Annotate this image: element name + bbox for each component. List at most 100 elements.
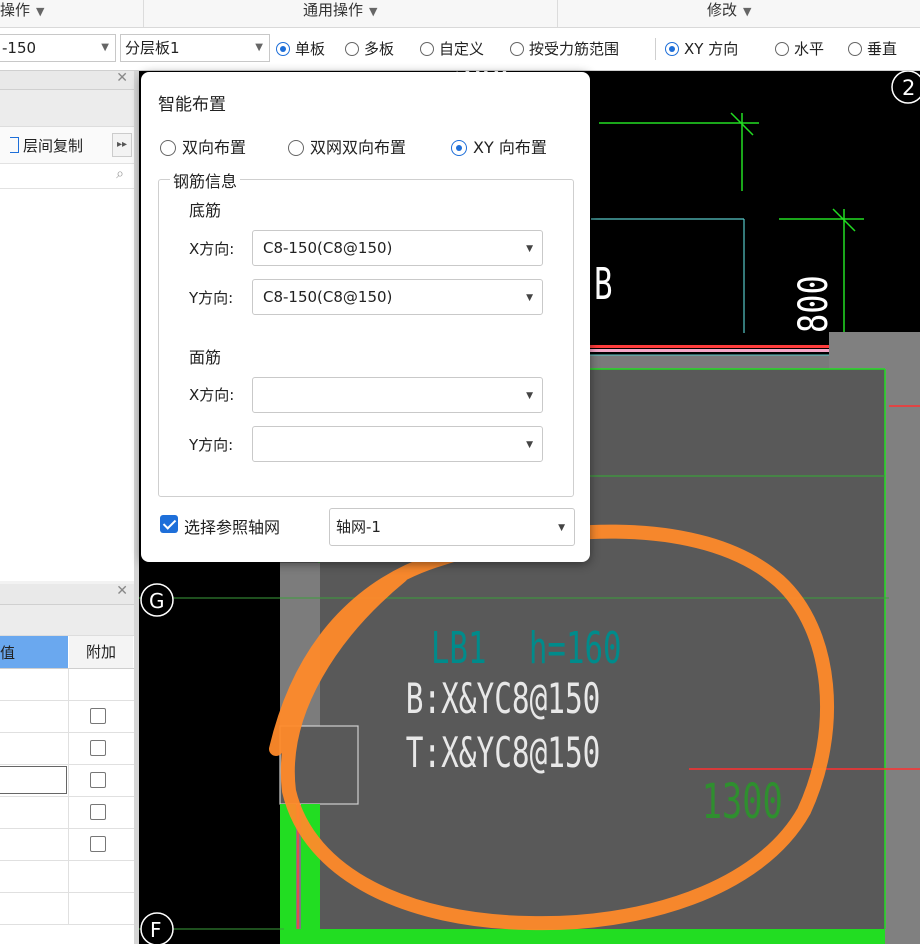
property-toolbar: -150 ▼ 分层板1 ▼ 单板 多板 自定义 按受力筋范围 XY 方向 水平 … <box>0 28 920 71</box>
radio-label: 双网双向布置 <box>310 138 407 157</box>
axis-label-f: F <box>150 918 162 942</box>
extra-checkbox[interactable] <box>90 708 106 724</box>
more-options-button[interactable]: ▸▸ <box>112 133 132 157</box>
extra-checkbox[interactable] <box>90 740 106 756</box>
ribbon-group-operate[interactable]: 操作 ▼ <box>0 0 44 27</box>
table-row <box>0 893 134 925</box>
radio-icon <box>848 42 862 56</box>
table-row <box>0 797 134 829</box>
spacing-select[interactable]: -150 ▼ <box>0 34 116 62</box>
chevron-down-icon: ▼ <box>526 293 533 303</box>
bottom-y-select[interactable]: C8-150(C8@150) ▼ <box>252 279 543 315</box>
component-list-panel: ✕ 层间复制 ▸▸ ⌕ <box>0 70 135 581</box>
value-column-header: 值 <box>0 636 68 668</box>
chevron-down-icon: ▼ <box>558 523 565 533</box>
chevron-down-icon: ▼ <box>526 391 533 401</box>
dimension-text-1300: 1300 <box>702 774 783 830</box>
radio-label: 按受力筋范围 <box>529 40 620 58</box>
table-row <box>0 765 134 797</box>
chevron-down-icon: ▼ <box>36 5 45 18</box>
ribbon-divider <box>143 0 144 27</box>
properties-panel: ✕ 值 附加 <box>0 583 135 944</box>
table-row <box>0 669 134 701</box>
ribbon-group-common-operations[interactable]: 通用操作 ▼ <box>303 0 377 27</box>
axis-label-g: G <box>149 589 165 613</box>
radio-icon <box>510 42 524 56</box>
top-x-label: X方向: <box>189 386 235 404</box>
radio-icon <box>288 140 304 156</box>
extra-checkbox[interactable] <box>90 836 106 852</box>
radio-label: XY 向布置 <box>473 138 547 157</box>
bottom-x-value: C8-150(C8@150) <box>263 239 393 257</box>
table-row <box>0 701 134 733</box>
radio-selected-icon <box>276 42 290 56</box>
top-y-select[interactable]: ▼ <box>252 426 543 462</box>
beam-label-b: B <box>594 258 613 309</box>
panel-toolbar: 层间复制 ▸▸ <box>0 127 134 164</box>
extra-checkbox[interactable] <box>90 804 106 820</box>
radio-horizontal[interactable]: 水平 <box>775 38 824 60</box>
reference-axis-checkbox[interactable] <box>160 515 178 533</box>
radio-icon <box>345 42 359 56</box>
radio-vertical[interactable]: 垂直 <box>848 38 897 60</box>
radio-double-mesh-layout[interactable]: 双网双向布置 <box>288 134 406 158</box>
radio-by-rebar-range[interactable]: 按受力筋范围 <box>510 38 619 60</box>
radio-label: 多板 <box>364 40 395 58</box>
extra-checkbox[interactable] <box>90 772 106 788</box>
radio-label: 垂直 <box>867 40 898 58</box>
ribbon-group-modify[interactable]: 修改 ▼ <box>707 0 751 27</box>
radio-single-board[interactable]: 单板 <box>276 38 325 60</box>
panel-titlebar: ✕ <box>0 583 134 605</box>
radio-icon <box>420 42 434 56</box>
ribbon-group-label: 操作 <box>0 1 31 19</box>
radio-multi-board[interactable]: 多板 <box>345 38 394 60</box>
ribbon-group-label: 修改 <box>707 1 738 19</box>
radio-icon <box>775 42 789 56</box>
chevron-down-icon: ▼ <box>526 440 533 450</box>
bottom-y-value: C8-150(C8@150) <box>263 288 393 306</box>
layer-board-select[interactable]: 分层板1 ▼ <box>120 34 270 62</box>
chevron-down-icon: ▼ <box>255 42 263 53</box>
table-row <box>0 829 134 861</box>
radio-selected-icon <box>665 42 679 56</box>
radio-xy-direction[interactable]: XY 方向 <box>665 38 738 60</box>
radio-icon <box>160 140 176 156</box>
wall-green <box>280 804 296 944</box>
radio-label: 双向布置 <box>182 138 247 157</box>
rebar-info-group: 钢筋信息 底筋 X方向: C8-150(C8@150) ▼ Y方向: C8-15… <box>158 168 574 497</box>
reference-axis-select[interactable]: 轴网-1 ▼ <box>329 508 575 546</box>
layer-board-value: 分层板1 <box>125 39 180 57</box>
ribbon-group-label: 通用操作 <box>303 1 364 19</box>
bottom-x-select[interactable]: C8-150(C8@150) ▼ <box>252 230 543 266</box>
dialog-title: 智能布置 <box>158 95 226 115</box>
close-icon[interactable]: ✕ <box>116 583 128 599</box>
close-icon[interactable]: ✕ <box>116 70 128 86</box>
radio-selected-icon <box>451 140 467 156</box>
slab-name-label: LB1 <box>431 622 487 673</box>
radio-label: 单板 <box>295 40 326 58</box>
rebar-info-legend: 钢筋信息 <box>170 168 241 192</box>
radio-xy-layout[interactable]: XY 向布置 <box>451 134 547 158</box>
bottom-y-label: Y方向: <box>189 289 234 307</box>
bottom-beam-green <box>280 929 885 944</box>
radio-custom[interactable]: 自定义 <box>420 38 484 60</box>
bottom-rebar-heading: 底筋 <box>189 201 222 220</box>
property-value-editor[interactable] <box>0 766 67 794</box>
property-table-header: 值 附加 <box>0 636 134 669</box>
radio-label: XY 方向 <box>684 40 739 58</box>
table-row <box>0 861 134 893</box>
floor-copy-button[interactable]: 层间复制 <box>10 135 83 156</box>
top-rebar-label: T:X&YC8@150 <box>406 728 601 778</box>
spacing-value: -150 <box>2 39 37 57</box>
radio-bidirectional-layout[interactable]: 双向布置 <box>160 134 246 158</box>
top-x-select[interactable]: ▼ <box>252 377 543 413</box>
panel-titlebar: ✕ <box>0 70 134 90</box>
axis-label-2: 2 <box>902 76 915 100</box>
component-search[interactable]: ⌕ <box>0 164 134 189</box>
ribbon-group-bar: 操作 ▼ 通用操作 ▼ 修改 ▼ <box>0 0 920 28</box>
radio-label: 自定义 <box>439 40 485 58</box>
chevron-down-icon: ▼ <box>101 42 109 53</box>
bottom-x-label: X方向: <box>189 240 235 258</box>
top-rebar-heading: 面筋 <box>189 348 222 367</box>
chevron-down-icon: ▼ <box>369 5 378 18</box>
